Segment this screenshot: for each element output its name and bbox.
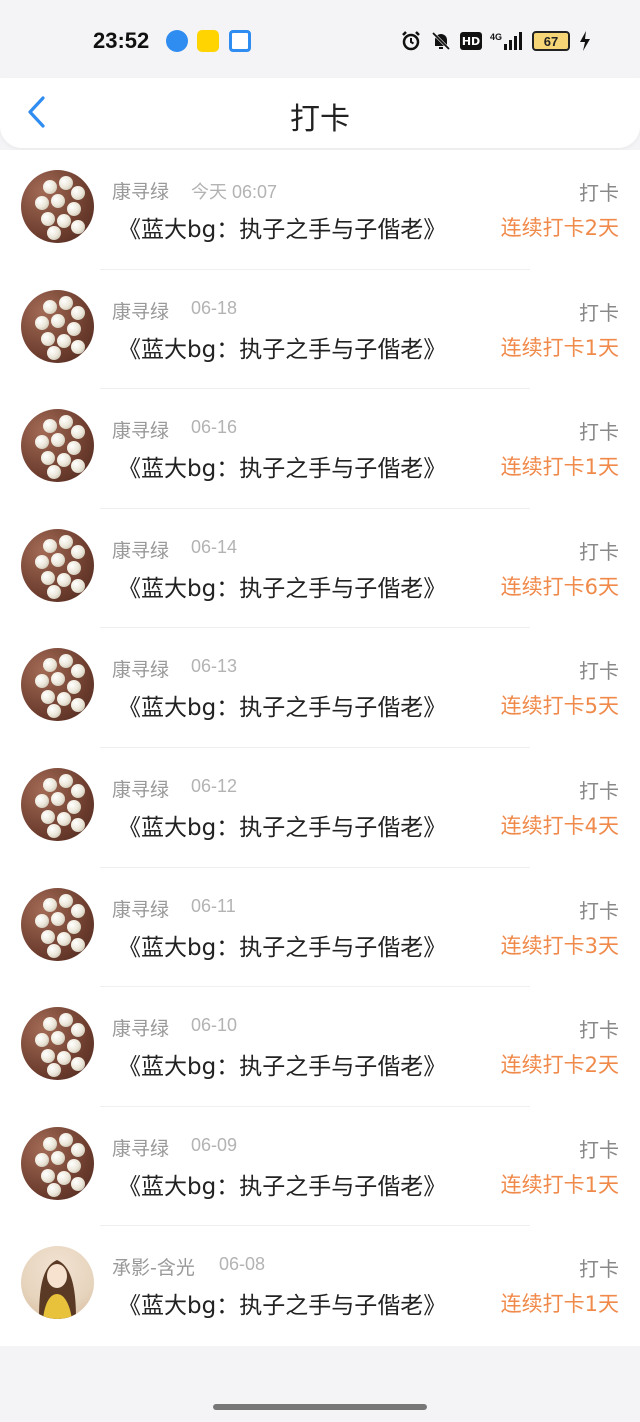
list-item[interactable]: 康寻绿 06-14 《蓝大bg：执子之手与子偕老》 打卡连续打卡6天 — [0, 509, 640, 629]
list-item[interactable]: 康寻绿 06-11 《蓝大bg：执子之手与子偕老》 打卡连续打卡3天 — [0, 868, 640, 988]
avatar[interactable] — [21, 1126, 94, 1200]
hd-icon: HD — [460, 32, 482, 50]
list-item[interactable]: 康寻绿 06-10 《蓝大bg：执子之手与子偕老》 打卡连续打卡2天 — [0, 987, 640, 1107]
book-title[interactable]: 《蓝大bg：执子之手与子偕老》 — [118, 688, 446, 722]
checkin-date: 06-13 — [191, 656, 238, 677]
book-title[interactable]: 《蓝大bg：执子之手与子偕老》 — [118, 1286, 446, 1320]
streak-label: 连续打卡5天 — [500, 694, 619, 719]
avatar[interactable] — [21, 887, 94, 961]
book-title[interactable]: 《蓝大bg：执子之手与子偕老》 — [118, 1047, 446, 1081]
book-title[interactable]: 《蓝大bg：执子之手与子偕老》 — [118, 808, 446, 842]
book-title[interactable]: 《蓝大bg：执子之手与子偕老》 — [118, 449, 446, 483]
avatar[interactable] — [21, 170, 94, 243]
user-name: 康寻绿 — [112, 1137, 170, 1160]
checkin-date: 06-09 — [191, 1134, 238, 1155]
user-name: 康寻绿 — [112, 898, 170, 921]
checkin-date: 06-10 — [191, 1015, 238, 1036]
streak-label: 连续打卡1天 — [500, 455, 619, 480]
app-notification-icon — [197, 30, 219, 52]
checkin-tag: 打卡 — [579, 539, 619, 564]
streak-label: 连续打卡1天 — [500, 335, 619, 360]
checkin-tag: 打卡 — [579, 1257, 619, 1282]
status-bar: 23:52 HD 4G 67 — [0, 0, 640, 80]
list-item[interactable]: 康寻绿 06-16 《蓝大bg：执子之手与子偕老》 打卡连续打卡1天 — [0, 389, 640, 509]
home-indicator[interactable] — [213, 1404, 427, 1410]
list-item[interactable]: 康寻绿 06-12 《蓝大bg：执子之手与子偕老》 打卡连续打卡4天 — [0, 748, 640, 868]
battery-indicator: 67 — [532, 31, 570, 51]
book-title[interactable]: 《蓝大bg：执子之手与子偕老》 — [118, 210, 446, 244]
streak-label: 连续打卡2天 — [500, 1053, 619, 1078]
status-time: 23:52 — [93, 28, 150, 53]
checkin-date: 06-14 — [191, 536, 238, 557]
checkin-list: 康寻绿 今天 06:07 《蓝大bg：执子之手与子偕老》 打卡 连续打卡2天 康寻绿 06-… — [0, 150, 640, 1346]
signal-icon: 4G — [490, 30, 524, 52]
list-item[interactable]: 承影-含光 06-08 《蓝大bg：执子之手与子偕老》 打卡连续打卡1天 — [0, 1226, 640, 1346]
streak-label: 连续打卡3天 — [500, 933, 619, 958]
list-item[interactable]: 康寻绿 06-18 《蓝大bg：执子之手与子偕老》 打卡连续打卡1天 — [0, 270, 640, 390]
checkin-tag: 打卡 — [579, 898, 619, 923]
avatar[interactable] — [21, 767, 94, 841]
avatar[interactable] — [21, 528, 94, 602]
user-name: 康寻绿 — [112, 181, 170, 203]
user-name: 康寻绿 — [112, 659, 170, 682]
app-notification-icon — [229, 30, 251, 52]
checkin-date: 06-18 — [191, 297, 238, 318]
avatar[interactable] — [21, 648, 94, 722]
user-name: 康寻绿 — [112, 300, 170, 323]
user-name: 承影-含光 — [112, 1257, 195, 1280]
list-item[interactable]: 康寻绿 今天 06:07 《蓝大bg：执子之手与子偕老》 打卡连续打卡2天 — [0, 150, 640, 270]
user-name: 康寻绿 — [112, 1018, 170, 1041]
checkin-tag: 打卡 — [579, 1018, 619, 1043]
checkin-tag: 打卡 — [579, 420, 619, 445]
streak-label: 连续打卡1天 — [500, 1172, 619, 1197]
checkin-tag: 打卡 — [579, 659, 619, 684]
checkin-tag: 打卡 — [579, 778, 619, 803]
book-title[interactable]: 《蓝大bg：执子之手与子偕老》 — [118, 569, 446, 603]
checkin-tag: 打卡 — [579, 181, 619, 205]
list-item[interactable]: 康寻绿 06-13 《蓝大bg：执子之手与子偕老》 打卡连续打卡5天 — [0, 628, 640, 748]
avatar[interactable] — [21, 1007, 94, 1081]
book-title[interactable]: 《蓝大bg：执子之手与子偕老》 — [118, 928, 446, 962]
list-item[interactable]: 康寻绿 06-09 《蓝大bg：执子之手与子偕老》 打卡连续打卡1天 — [0, 1107, 640, 1227]
mute-bell-icon — [430, 30, 452, 52]
avatar[interactable] — [21, 409, 94, 483]
checkin-tag: 打卡 — [579, 300, 619, 325]
checkin-date: 06-12 — [191, 775, 238, 796]
user-name: 康寻绿 — [112, 539, 170, 562]
svg-text:4G: 4G — [490, 32, 502, 42]
charging-icon — [578, 30, 592, 52]
system-icons: HD 4G 67 — [400, 28, 592, 54]
checkin-date: 06-11 — [191, 895, 236, 916]
avatar[interactable] — [21, 1246, 94, 1320]
user-name: 康寻绿 — [112, 778, 170, 801]
book-title[interactable]: 《蓝大bg：执子之手与子偕老》 — [118, 1167, 446, 1201]
streak-label: 连续打卡2天 — [500, 216, 619, 240]
app-notification-icon — [166, 30, 188, 52]
avatar[interactable] — [21, 289, 94, 363]
top-bar: 打卡 — [0, 78, 640, 148]
checkin-tag: 打卡 — [579, 1137, 619, 1162]
book-title[interactable]: 《蓝大bg：执子之手与子偕老》 — [118, 330, 446, 364]
checkin-date: 06-08 — [219, 1254, 266, 1275]
streak-label: 连续打卡4天 — [500, 813, 619, 838]
checkin-date: 今天 06:07 — [191, 182, 278, 202]
alarm-icon — [400, 30, 422, 52]
user-name: 康寻绿 — [112, 420, 170, 443]
streak-label: 连续打卡1天 — [500, 1292, 619, 1317]
page-title: 打卡 — [290, 102, 350, 137]
checkin-date: 06-16 — [191, 417, 238, 438]
streak-label: 连续打卡6天 — [500, 574, 619, 599]
